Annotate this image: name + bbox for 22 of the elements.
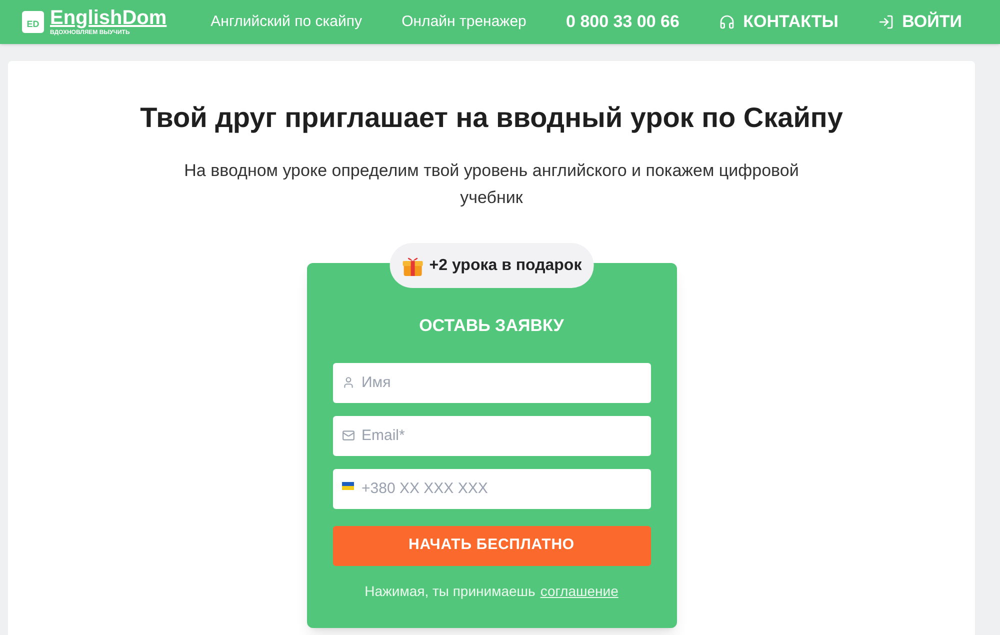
page-title: Твой друг приглашает на вводный урок по Скайпу [140, 101, 843, 135]
input-field[interactable]: +380 XX XXX XXX [332, 468, 650, 508]
nav-link[interactable]: Онлайн тренажер [402, 10, 526, 34]
contacts-link[interactable]: КОНТАКТЫ [719, 9, 838, 35]
nav-link[interactable]: Английский по скайпу [210, 10, 362, 34]
input-field[interactable]: Имя [332, 362, 650, 402]
login-icon [878, 14, 894, 30]
flag-icon [342, 482, 354, 490]
login-link[interactable]: ВОЙТИ [878, 9, 962, 35]
user-icon [342, 376, 354, 388]
submit-button[interactable]: НАЧАТЬ БЕСПЛАТНО [332, 526, 650, 566]
mail-icon [342, 428, 354, 442]
logo-mark: ED [22, 11, 44, 33]
agreement-text: Нажимая, ты принимаешь [364, 582, 536, 601]
agreement-link[interactable]: соглашение [540, 580, 618, 602]
form-heading: ОСТАВЬ ЗАЯВКУ [418, 315, 565, 337]
logo-name: EnglishDom [50, 8, 167, 28]
input-field[interactable]: Email* [332, 416, 650, 456]
badge-text: +2 урока в подарок [429, 256, 582, 276]
headset-icon [719, 14, 736, 30]
subtitle: На вводном уроке определим твой уровень английского и покажем цифровой учебник [183, 160, 800, 209]
phone-link[interactable]: 0 800 33 00 66 [566, 9, 680, 35]
